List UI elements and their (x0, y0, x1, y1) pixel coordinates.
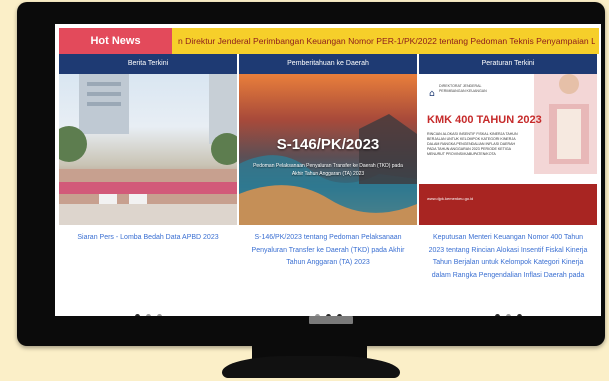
news-column-peraturan: Peraturan Terkini ⌂ DIREKTORAT JENDERAL … (419, 54, 597, 316)
news-column-pemberitahuan: Pemberitahuan ke Daerah S-146/PK/2023 Pe… (239, 54, 417, 316)
carousel-dot[interactable] (494, 314, 500, 316)
news-caption-link[interactable]: Siaran Pers - Lomba Bedah Data APBD 2023 (59, 225, 237, 284)
monitor-stand-base (222, 356, 400, 378)
banner-title: S-146/PK/2023 (276, 136, 380, 153)
hot-news-label: Hot News (59, 28, 172, 54)
banner-subtitle: Pedoman Pelaksanaan Penyaluran Transfer … (253, 163, 403, 177)
column-header: Pemberitahuan ke Daerah (239, 54, 417, 74)
carousel-dot[interactable] (134, 314, 140, 316)
svg-text:⌂: ⌂ (429, 89, 435, 99)
column-header: Peraturan Terkini (419, 54, 597, 74)
regulation-banner[interactable]: ⌂ DIREKTORAT JENDERAL PERIMBANGAN KEUANG… (419, 74, 597, 225)
carousel-dot[interactable] (145, 314, 151, 316)
column-header: Berita Terkini (59, 54, 237, 74)
ticker-headline-link[interactable]: n Direktur Jenderal Perimbangan Keuangan… (178, 28, 595, 54)
group-photo-illustration (59, 74, 237, 225)
carousel-dots (419, 314, 597, 316)
banner-title: KMK 400 TAHUN 2023 (427, 114, 542, 126)
announcement-caption-link[interactable]: S-146/PK/2023 tentang Pedoman Pelaksanaa… (239, 225, 417, 284)
news-photo[interactable] (59, 74, 237, 225)
website-screen: Hot News n Direktur Jenderal Perimbangan… (55, 24, 601, 316)
news-column-berita: Berita Terkini Siaran Pers - Lomba Bedah… (59, 54, 237, 316)
monitor-chin-indicator (309, 316, 353, 324)
monitor-frame: Hot News n Direktur Jenderal Perimbangan… (17, 2, 605, 346)
carousel-dot[interactable] (516, 314, 522, 316)
banner-url: www.djpk.kemenkeu.go.id (427, 196, 474, 201)
regulation-caption-link[interactable]: Keputusan Menteri Keuangan Nomor 400 Tah… (419, 225, 597, 284)
carousel-dots (59, 314, 237, 316)
banner-body-text: RINCIAN ALOKASI INSENTIF FISKAL KINERJA … (427, 132, 518, 156)
carousel-dot[interactable] (156, 314, 162, 316)
carousel-dot[interactable] (505, 314, 511, 316)
announcement-banner[interactable]: S-146/PK/2023 Pedoman Pelaksanaan Penyal… (239, 74, 417, 225)
ministry-logo-text: DIREKTORAT JENDERAL PERIMBANGAN KEUANGAN (439, 84, 487, 93)
news-ticker: Hot News n Direktur Jenderal Perimbangan… (59, 28, 599, 54)
